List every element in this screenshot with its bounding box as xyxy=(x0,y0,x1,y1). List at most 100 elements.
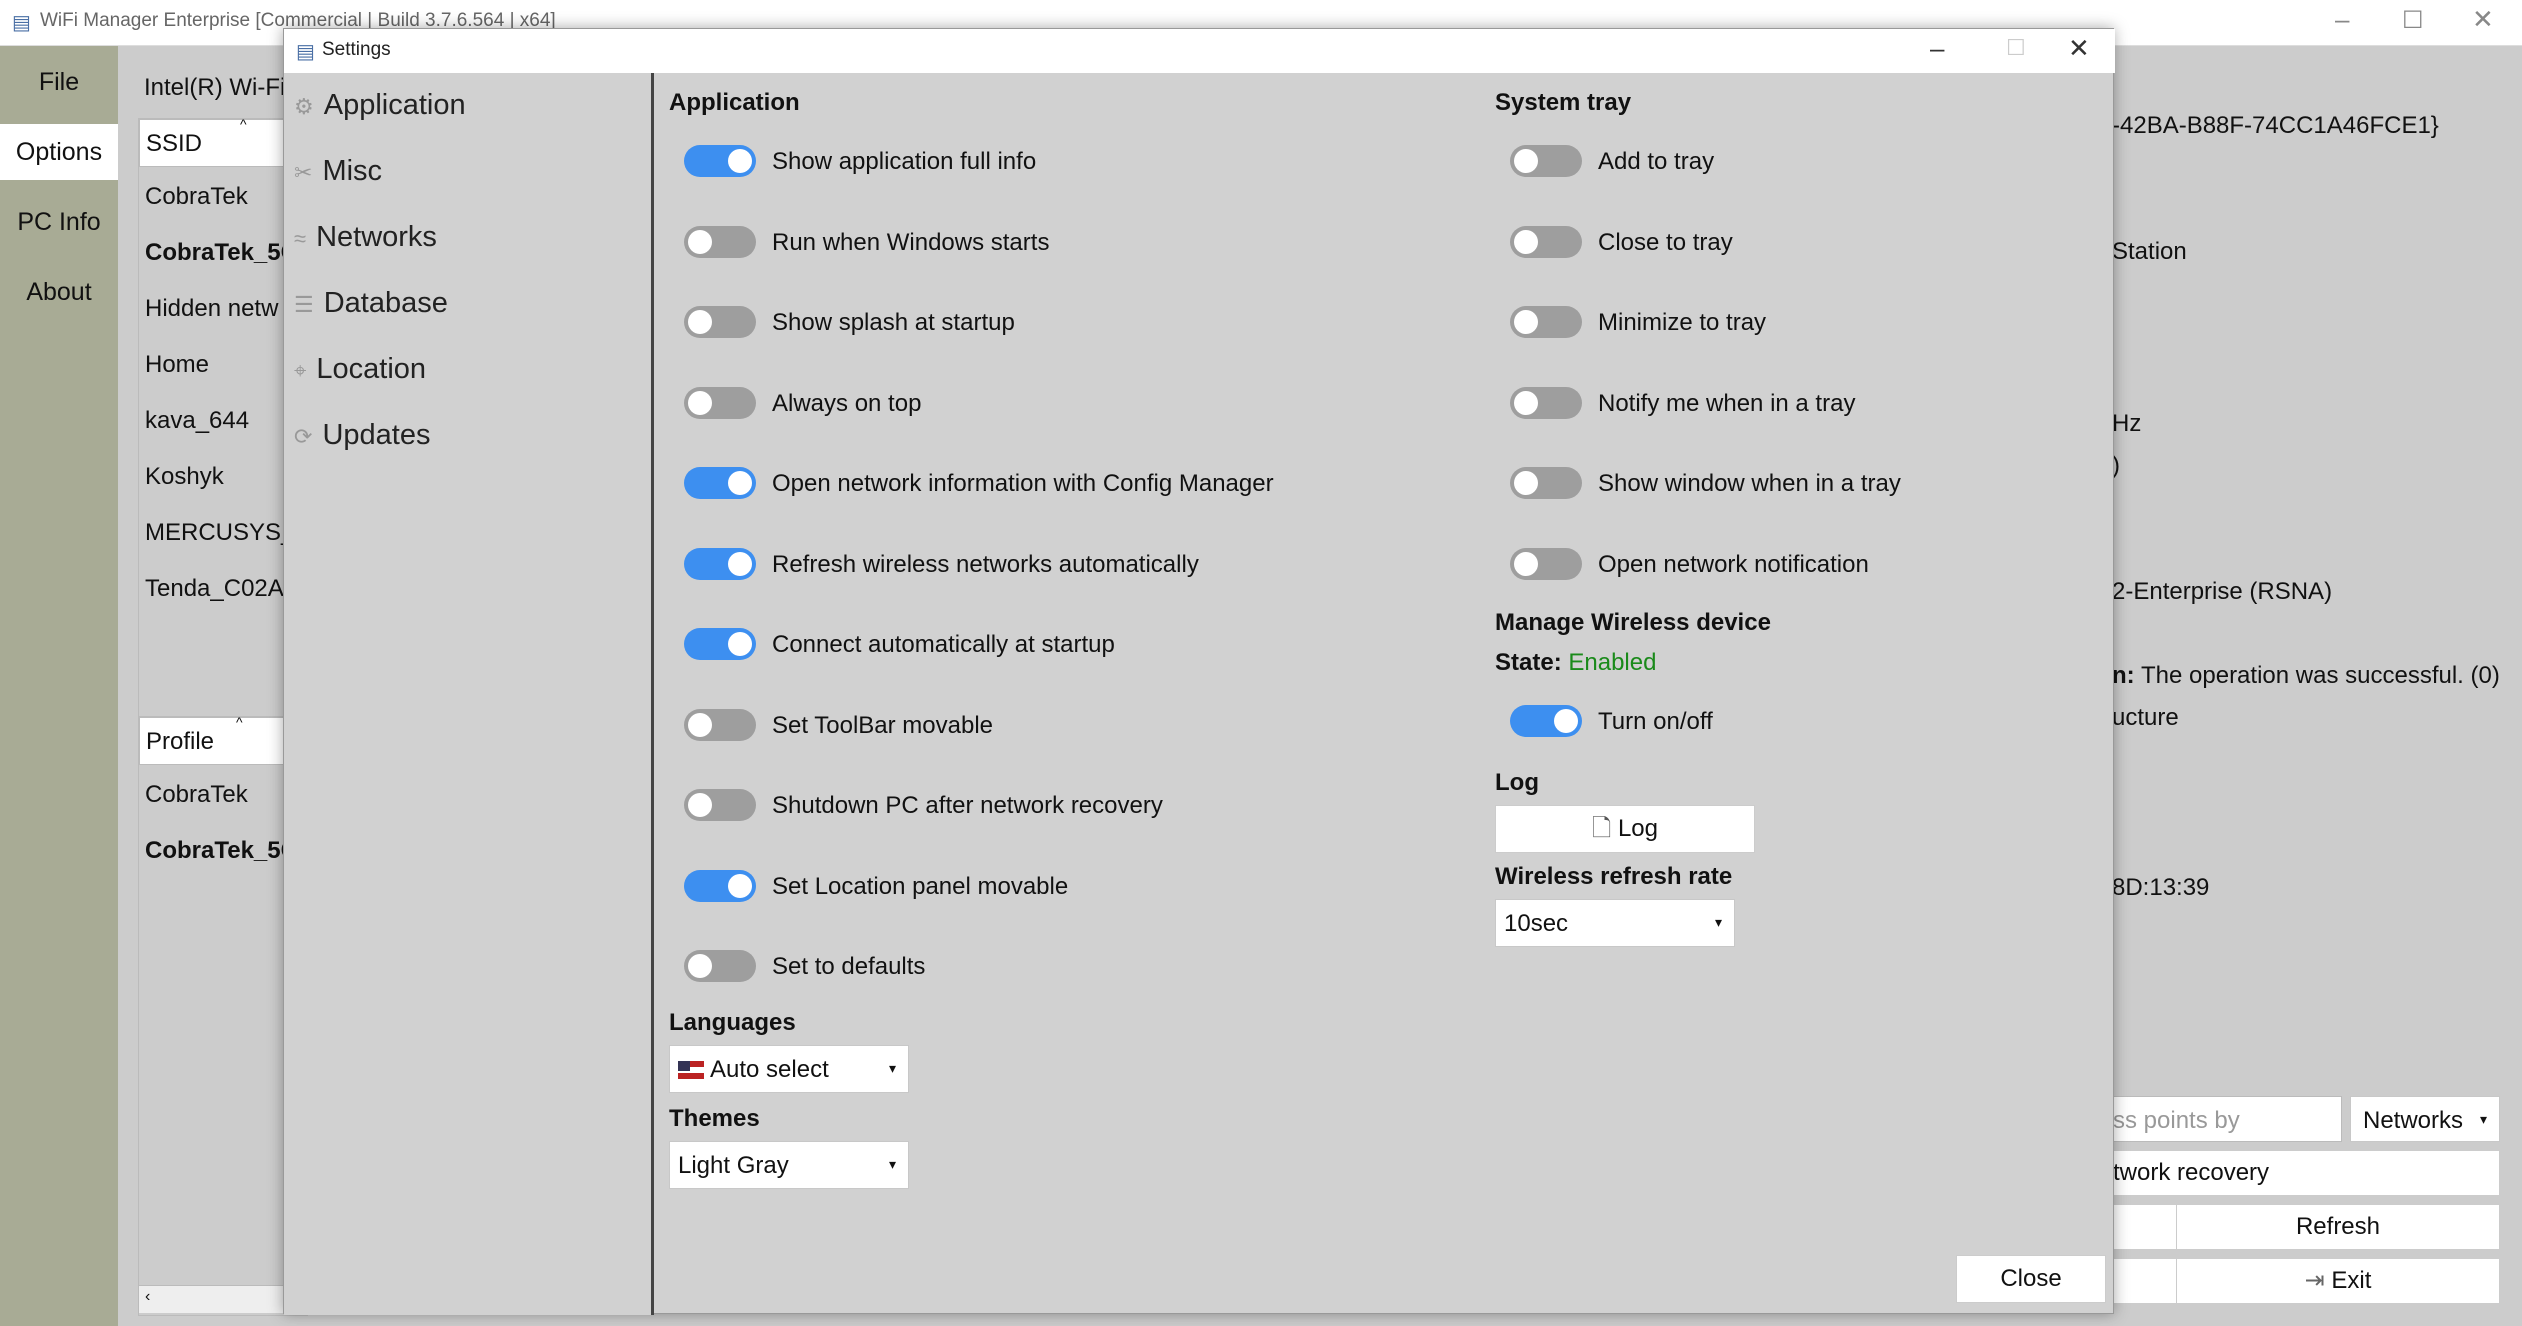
application-setting-toggle[interactable] xyxy=(684,547,756,580)
exit-icon: ⇥ xyxy=(2304,1267,2332,1294)
wireless-device-heading: Manage Wireless device xyxy=(1495,609,1771,636)
filter-select[interactable]: Networks ▾ xyxy=(2350,1096,2500,1142)
application-setting-toggle[interactable] xyxy=(684,950,756,982)
tray-setting-toggle[interactable] xyxy=(1510,547,1582,580)
list-item[interactable]: CobraTek_5G xyxy=(145,239,299,267)
sidebar-item-label: Updates xyxy=(322,419,431,451)
list-item[interactable]: CobraTek xyxy=(145,183,248,211)
toggle-knob xyxy=(728,632,752,656)
toggle-knob xyxy=(1514,149,1538,173)
ssid-header-label: SSID xyxy=(146,130,203,157)
list-item[interactable]: Koshyk xyxy=(145,463,224,491)
caret-down-icon: ▾ xyxy=(1714,914,1722,930)
maximize-icon[interactable]: ☐ xyxy=(2402,6,2424,35)
sort-up-icon: ^ xyxy=(236,714,243,730)
nav-options[interactable]: Options xyxy=(0,124,118,180)
toggle-knob xyxy=(1514,551,1538,576)
wireless-icon: ≈ xyxy=(294,226,307,251)
list-item[interactable]: CobraTek_5G xyxy=(145,837,299,865)
refresh-rate-select[interactable]: 10sec ▾ xyxy=(1495,899,1735,947)
info-guid: -42BA-B88F-74CC1A46FCE1} xyxy=(2112,112,2439,139)
flag-icon xyxy=(678,1061,704,1079)
theme-select[interactable]: Light Gray ▾ xyxy=(669,1141,909,1189)
tray-setting-toggle[interactable] xyxy=(1510,306,1582,338)
themes-heading: Themes xyxy=(669,1105,760,1132)
toggle-knob xyxy=(1554,709,1578,733)
application-setting-toggle[interactable] xyxy=(684,467,756,499)
list-item[interactable]: Hidden netw xyxy=(145,295,278,323)
application-setting-toggle[interactable] xyxy=(684,386,756,419)
list-item[interactable]: CobraTek xyxy=(145,781,248,809)
filter-select-value: Networks xyxy=(2363,1107,2464,1134)
toggle-knob xyxy=(728,471,752,495)
main-nav: File Options PC Info About xyxy=(0,46,118,1326)
location-pin-icon: ⌖ xyxy=(294,358,307,383)
adapter-name: Intel(R) Wi-Fi xyxy=(144,74,286,101)
gear-icon: ⚙ xyxy=(294,94,314,119)
sidebar-item-misc[interactable]: ✂ Misc xyxy=(294,155,382,188)
profile-header-label: Profile xyxy=(146,728,215,755)
close-button[interactable]: Close xyxy=(1956,1255,2106,1303)
refresh-icon: ⟳ xyxy=(294,424,313,449)
list-item[interactable]: kava_644 xyxy=(145,407,249,435)
toggle-knob xyxy=(1514,471,1538,495)
sidebar-item-networks[interactable]: ≈ Networks xyxy=(294,221,437,254)
close-icon[interactable]: ✕ xyxy=(2472,4,2494,35)
toggle-knob xyxy=(1514,310,1538,334)
minimize-icon[interactable]: – xyxy=(1930,33,1944,64)
toggle-knob xyxy=(688,229,712,254)
toggle-knob xyxy=(728,873,752,898)
toggle-knob xyxy=(688,390,712,415)
tray-setting-toggle[interactable] xyxy=(1510,467,1582,499)
info-auth: 2-Enterprise (RSNA) xyxy=(2112,578,2333,605)
tray-setting-toggle[interactable] xyxy=(1510,386,1582,419)
log-button[interactable]: 🗋 Log xyxy=(1495,805,1755,853)
scroll-left-icon[interactable]: ‹ xyxy=(145,1288,150,1306)
sidebar-item-updates[interactable]: ⟳ Updates xyxy=(294,419,430,452)
refresh-button[interactable]: Refresh xyxy=(2176,1204,2500,1250)
dialog-title: Settings xyxy=(322,39,391,60)
nav-pc-info[interactable]: PC Info xyxy=(0,194,118,250)
minimize-icon[interactable]: – xyxy=(2335,4,2349,35)
turn-on-off-toggle[interactable] xyxy=(1510,705,1582,737)
list-item[interactable]: Tenda_C02AD xyxy=(145,575,301,603)
info-status-label: n: xyxy=(2112,662,2135,689)
tray-setting-toggle[interactable] xyxy=(1510,145,1582,177)
nav-file[interactable]: File xyxy=(0,54,118,110)
exit-button[interactable]: ⇥ Exit xyxy=(2176,1258,2500,1304)
toggle-knob xyxy=(1514,390,1538,415)
info-status: The operation was successful. (0) xyxy=(2141,662,2500,689)
application-setting-toggle[interactable] xyxy=(684,708,756,741)
application-setting-toggle[interactable] xyxy=(684,628,756,660)
tray-setting-label: Add to tray xyxy=(1598,148,1715,175)
list-item[interactable]: Home xyxy=(145,351,209,379)
sidebar-item-database[interactable]: ☰ Database xyxy=(294,287,448,320)
application-setting-toggle[interactable] xyxy=(684,145,756,177)
toggle-knob xyxy=(728,149,752,173)
sidebar-item-application[interactable]: ⚙ Application xyxy=(294,89,466,122)
language-select[interactable]: Auto select ▾ xyxy=(669,1045,909,1093)
tray-setting-toggle[interactable] xyxy=(1510,225,1582,258)
settings-app-icon: ▤ xyxy=(296,41,315,63)
toggle-knob xyxy=(728,551,752,576)
application-setting-toggle[interactable] xyxy=(684,225,756,258)
sidebar-item-location[interactable]: ⌖ Location xyxy=(294,353,426,386)
language-select-value: Auto select xyxy=(710,1056,829,1083)
sort-up-icon: ^ xyxy=(240,116,247,132)
application-setting-toggle[interactable] xyxy=(684,306,756,338)
application-setting-label: Set ToolBar movable xyxy=(772,711,994,739)
network-recovery-button[interactable]: twork recovery xyxy=(2112,1150,2500,1196)
nav-about[interactable]: About xyxy=(0,264,118,320)
refresh-label: Refresh xyxy=(2295,1213,2381,1240)
settings-dialog: ▤ Settings – ☐ ✕ ⚙ Application ✂ Misc ≈ Net… xyxy=(283,28,2115,1315)
application-setting-label: Set Location panel movable xyxy=(772,872,1069,900)
filter-input[interactable]: ss points by xyxy=(2112,1096,2342,1142)
application-setting-toggle[interactable] xyxy=(684,869,756,902)
close-icon[interactable]: ✕ xyxy=(2068,33,2090,64)
caret-down-icon: ▾ xyxy=(888,1156,896,1172)
caret-down-icon: ▾ xyxy=(2479,1111,2487,1127)
tray-setting-label: Show window when in a tray xyxy=(1598,470,1901,497)
application-setting-toggle[interactable] xyxy=(684,789,756,821)
info-mode: Station xyxy=(2112,238,2187,265)
application-heading: Application xyxy=(669,89,800,116)
